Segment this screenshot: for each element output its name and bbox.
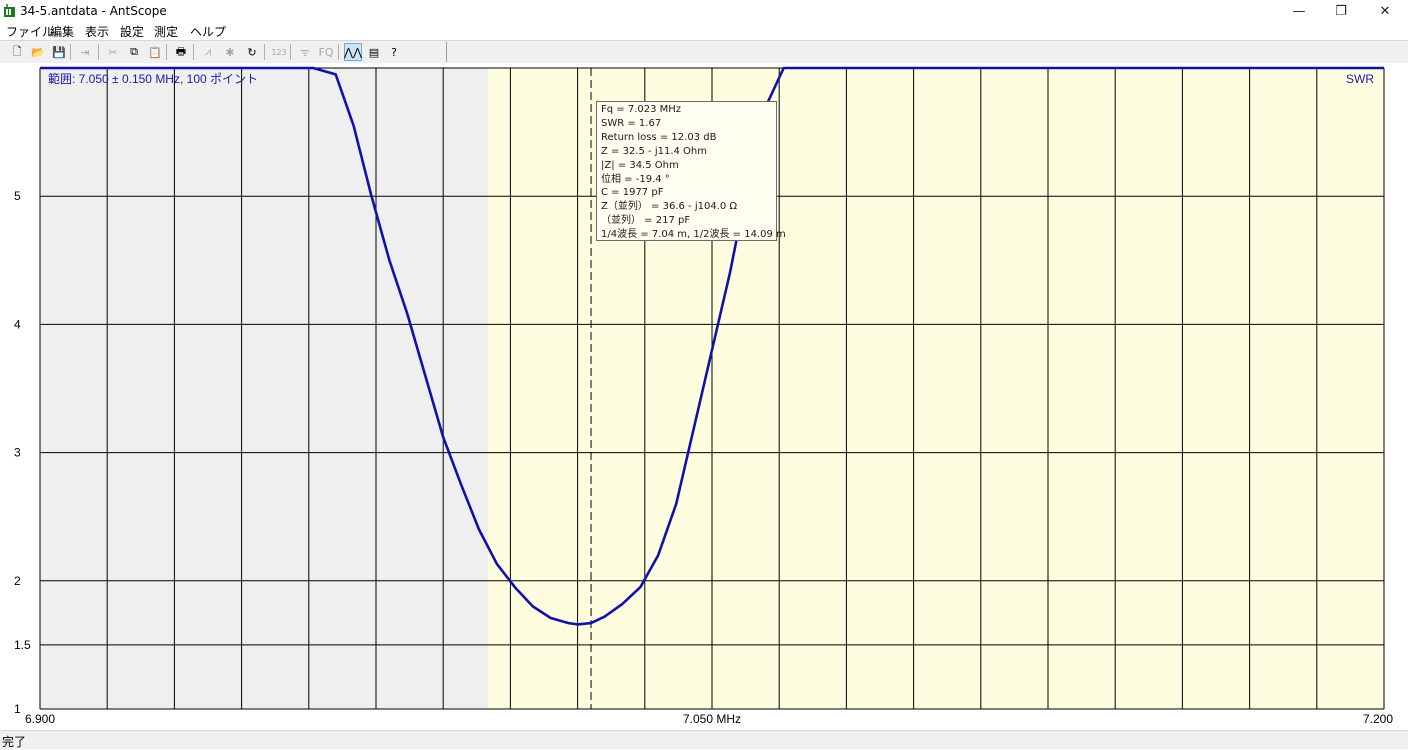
fq-button[interactable]: FQ: [317, 43, 335, 61]
toolbar-separator: [70, 44, 71, 60]
toolbar-separator: [290, 44, 291, 60]
info-wavelength: 1/4波長 = 7.04 m, 1/2波長 = 14.09 m: [601, 229, 786, 241]
cursor-info-box: Fq = 7.023 MHz SWR = 1.67 Return loss = …: [596, 101, 786, 241]
info-swr: SWR = 1.67: [601, 117, 662, 129]
menu-bar: ファイル 編集 表示 設定 測定 ヘルプ: [0, 22, 1408, 40]
close-button[interactable]: ✕: [1362, 0, 1408, 22]
y-tick-label: 5: [14, 189, 21, 203]
maximize-icon: ❐: [1335, 3, 1347, 19]
open-folder-button[interactable]: 📂: [29, 43, 47, 61]
swr-graph-button[interactable]: ⋀⋀: [344, 43, 362, 61]
star-button[interactable]: ✱: [221, 43, 239, 61]
export-icon: ⇥: [80, 45, 90, 59]
menu-file[interactable]: ファイル: [6, 23, 54, 40]
range-label: 範囲: 7.050 ± 0.150 MHz, 100 ポイント: [48, 71, 258, 86]
cut-button[interactable]: ✂: [104, 43, 122, 61]
y-tick-label: 4: [14, 317, 21, 331]
paste-button[interactable]: 📋: [146, 43, 164, 61]
info-parallel-capacitance: （並列） = 217 pF: [601, 215, 691, 227]
minimize-button[interactable]: —: [1276, 0, 1322, 22]
toolbar-separator: [338, 44, 339, 60]
toolbar-separator: [98, 44, 99, 60]
antenna-icon: ᯤ: [299, 45, 311, 59]
fq-icon: FQ: [318, 45, 334, 59]
open-folder-icon: 📂: [31, 45, 45, 59]
refresh-button[interactable]: ↻: [243, 43, 261, 61]
series-label-swr: SWR: [1346, 72, 1374, 86]
app-icon: [4, 4, 15, 17]
copy-button[interactable]: ⧉: [125, 43, 143, 61]
new-file-button[interactable]: 🗋: [8, 43, 26, 61]
numbers-icon: 123: [271, 47, 287, 57]
toolbar-end-divider: [446, 42, 447, 62]
print-button[interactable]: 🖶: [172, 43, 190, 61]
menu-edit[interactable]: 編集: [50, 23, 74, 40]
chart-button[interactable]: ▤: [365, 43, 383, 61]
status-text: 完了: [2, 735, 27, 749]
y-tick-label: 2: [14, 574, 21, 588]
menu-help[interactable]: ヘルプ: [190, 23, 226, 40]
toolbar-separator: [264, 44, 265, 60]
info-impedance: Z = 32.5 - j11.4 Ohm: [601, 145, 707, 157]
toolbar: 🗋 📂 💾 ⇥ ✂ ⧉ 📋 🖶 ⩘ ✱ ↻ 123 ᯤ FQ ⋀⋀ ▤?: [0, 40, 1408, 64]
menu-view[interactable]: 表示: [85, 23, 109, 40]
save-button[interactable]: 💾: [50, 43, 68, 61]
x-tick-label: 6.900: [25, 712, 55, 726]
info-impedance-magnitude: |Z| = 34.5 Ohm: [601, 159, 679, 171]
y-tick-label: 1: [14, 702, 21, 716]
print-icon: 🖶: [175, 44, 187, 58]
info-capacitance: C = 1977 pF: [601, 187, 664, 199]
cut-icon: ✂: [108, 45, 118, 59]
x-tick-label: 7.050 MHz: [683, 712, 741, 726]
window-title: 34-5.antdata - AntScope: [20, 4, 167, 18]
info-phase: 位相 = -19.4 °: [601, 173, 670, 185]
numbers-button[interactable]: 123: [270, 43, 288, 61]
title-bar: 34-5.antdata - AntScope — ❐ ✕: [0, 0, 1408, 22]
help-button[interactable]: ?: [385, 43, 403, 61]
y-tick-label: 1.5: [14, 638, 31, 652]
chart-icon: ▤: [368, 45, 380, 59]
export-button[interactable]: ⇥: [76, 43, 94, 61]
maximize-button[interactable]: ❐: [1318, 0, 1364, 22]
minimize-icon: —: [1292, 3, 1306, 19]
info-parallel-impedance: Z（並列） = 36.6 - j104.0 Ω: [601, 201, 738, 213]
save-icon: 💾: [52, 45, 66, 59]
new-file-icon: 🗋: [12, 44, 22, 58]
status-bar: 完了: [0, 730, 1408, 749]
x-tick-label: 7.200: [1363, 712, 1393, 726]
antenna-button[interactable]: ᯤ: [296, 43, 314, 61]
refresh-icon: ↻: [247, 45, 257, 59]
close-icon: ✕: [1379, 3, 1391, 19]
info-frequency: Fq = 7.023 MHz: [601, 104, 682, 115]
menu-settings[interactable]: 設定: [120, 23, 144, 40]
paste-icon: 📋: [148, 45, 162, 59]
help-icon: ?: [391, 45, 397, 59]
info-return-loss: Return loss = 12.03 dB: [601, 131, 717, 143]
star-icon: ✱: [225, 45, 235, 59]
copy-icon: ⧉: [130, 45, 138, 58]
sweep-button[interactable]: ⩘: [199, 43, 217, 61]
swr-graph-icon: ⋀⋀: [343, 45, 363, 59]
y-tick-label: 3: [14, 446, 21, 460]
menu-measure[interactable]: 測定: [154, 23, 178, 40]
toolbar-separator: [193, 44, 194, 60]
sweep-icon: ⩘: [204, 45, 212, 58]
toolbar-separator: [166, 44, 167, 60]
